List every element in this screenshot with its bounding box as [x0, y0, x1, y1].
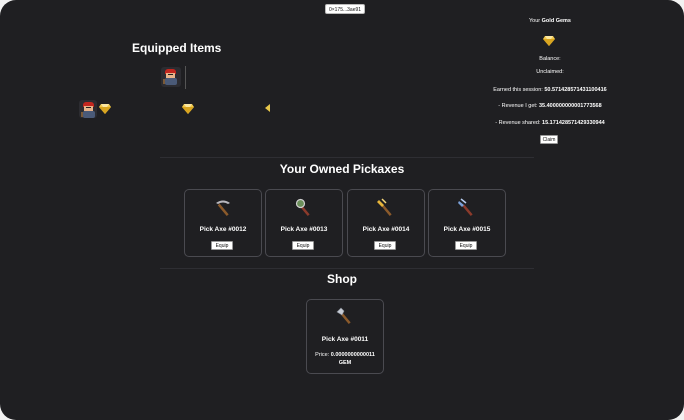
balance-label: Balance: — [539, 56, 561, 62]
shop-title: Shop — [327, 272, 357, 286]
equip-button[interactable]: Equip — [455, 241, 477, 250]
equip-button[interactable]: Equip — [211, 241, 233, 250]
equipped-items-title: Equipped Items — [132, 41, 222, 55]
pickaxe-name: Pick Axe #0015 — [443, 226, 491, 233]
gold-gem-icon — [543, 36, 555, 46]
wallet-address-button[interactable]: 0×175...3ae91 — [325, 4, 365, 14]
section-divider — [160, 157, 534, 158]
pickaxe-icon — [216, 200, 230, 217]
gold-pickaxe-icon — [377, 198, 392, 217]
shop-item-price: Price: 0.0000000000011 GEM — [315, 352, 375, 366]
gem-target-marker-icon — [265, 104, 270, 112]
claim-button[interactable]: Claim — [540, 135, 558, 144]
shop-item-name: Pick Axe #0011 — [321, 336, 369, 343]
shop-item-card[interactable]: Pick Axe #0011 Price: 0.0000000000011 GE… — [306, 299, 384, 374]
gem-icon — [99, 104, 111, 114]
equip-button[interactable]: Equip — [292, 241, 314, 250]
earned-session-line: Earned this session: 50.5714285714311004… — [493, 87, 607, 93]
gem-icon — [182, 104, 194, 114]
pickaxe-card: Pick Axe #0015 Equip — [428, 189, 506, 257]
app-window: 0×175...3ae91 Equipped Items Your Gold G… — [0, 0, 684, 420]
pickaxe-name: Pick Axe #0013 — [280, 226, 328, 233]
pickaxe-name: Pick Axe #0014 — [362, 226, 410, 233]
miner-character-avatar — [79, 100, 97, 118]
pickaxe-card: Pick Axe #0014 Equip — [347, 189, 425, 257]
section-divider — [160, 268, 534, 269]
blue-pickaxe-icon — [458, 198, 473, 217]
revenue-shared-line: - Revenue shared: 15.171428571429330944 — [495, 120, 605, 126]
magnifier-pickaxe-icon — [295, 198, 310, 217]
pickaxe-card: Pick Axe #0012 Equip — [184, 189, 262, 257]
equip-slot-divider — [185, 66, 186, 89]
axe-icon — [336, 307, 351, 325]
pickaxe-card: Pick Axe #0013 Equip — [265, 189, 343, 257]
equip-button[interactable]: Equip — [374, 241, 396, 250]
revenue-get-line: - Revenue I get: 35.4000000000017735​68 — [498, 103, 602, 109]
gold-gems-title: Your Gold Gems — [529, 18, 571, 24]
pickaxe-name: Pick Axe #0012 — [199, 226, 247, 233]
owned-pickaxes-title: Your Owned Pickaxes — [279, 162, 405, 176]
equipped-character-avatar[interactable] — [161, 67, 181, 87]
unclaimed-label: Unclaimed: — [536, 69, 564, 75]
